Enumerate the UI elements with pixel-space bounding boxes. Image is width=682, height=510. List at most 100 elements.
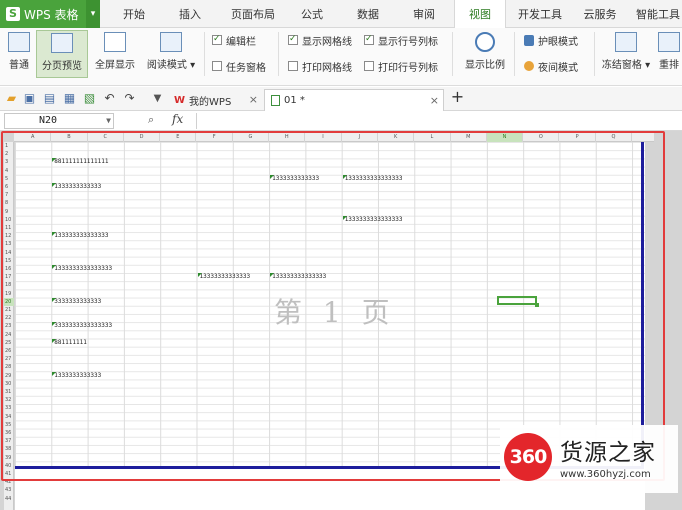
row-header[interactable]: 22 [4,314,14,322]
chevron-down-icon[interactable]: ▾ [86,0,100,28]
row-header[interactable]: 9 [4,208,14,216]
page-break-preview-button[interactable]: 分页预览 [36,30,88,78]
row-header[interactable]: 6 [4,183,14,191]
column-header[interactable]: K [378,133,415,142]
cell-value[interactable]: 1333333333333 [52,183,101,191]
row-header[interactable]: 25 [4,339,14,347]
row-header[interactable]: 42 [4,478,14,486]
row-header[interactable]: 11 [4,224,14,232]
cell-value[interactable]: 1333333333333333 [342,174,402,183]
row-header[interactable]: 5 [4,175,14,183]
row-header[interactable]: 30 [4,380,14,388]
row-header[interactable]: 34 [4,413,14,421]
search-icon[interactable]: ⌕ [148,113,154,127]
column-header[interactable]: H [269,133,306,142]
column-header[interactable]: C [88,133,124,142]
new-tab-button[interactable]: + [450,89,465,105]
doc-tab-01[interactable]: 01 * × [264,89,444,111]
tab-cloud-service[interactable]: 云服务 [576,0,624,28]
tab-smart-tools[interactable]: 智能工具 [632,0,682,28]
name-box[interactable]: N20 ▼ [4,113,114,129]
column-header[interactable]: I [305,133,342,142]
cell-value[interactable]: 133333333333333 [270,273,326,281]
row-header[interactable]: 7 [4,191,14,199]
save-icon[interactable]: ▣ [22,91,37,106]
cell-value[interactable]: 1333333333333 [270,174,319,183]
chevron-down-icon[interactable]: ▼ [150,91,165,106]
freeze-panes-button[interactable]: 冻结窗格 ▾ [600,30,652,78]
row-header[interactable]: 8 [4,199,14,207]
row-header[interactable]: 38 [4,445,14,453]
show-gridlines-checkbox[interactable]: 显示网格线 [288,32,352,48]
column-header[interactable]: Q [596,133,633,142]
column-header[interactable]: G [233,133,270,142]
row-header[interactable]: 29 [4,372,14,380]
tab-page-layout[interactable]: 页面布局 [224,0,282,28]
row-header[interactable]: 41 [4,470,14,478]
reading-mode-button[interactable]: 阅读模式 ▾ [142,30,200,78]
tab-formulas[interactable]: 公式 [290,0,334,28]
cell-value[interactable]: 133333333333333 [52,232,108,240]
row-header[interactable]: 31 [4,388,14,396]
edit-bar-checkbox[interactable]: 编辑栏 [212,32,256,48]
row-header[interactable]: 18 [4,281,14,289]
row-header[interactable]: 20 [4,297,14,306]
doc-tab-my-wps[interactable]: W 我的WPS × [168,89,262,111]
export-pdf-icon[interactable]: ▤ [42,91,57,106]
cell-value[interactable]: 1333333333333 [52,371,101,380]
night-mode-button[interactable]: 夜间模式 [524,58,578,74]
formula-input[interactable] [196,113,680,129]
row-header[interactable]: 40 [4,462,14,470]
row-header[interactable]: 27 [4,355,14,363]
column-header[interactable]: A [15,133,52,142]
cell-value[interactable]: 3333333333333 [52,297,101,306]
row-header[interactable]: 43 [4,486,14,494]
cell-value[interactable]: 881111111 [52,338,87,347]
fullscreen-button[interactable]: 全屏显示 [90,30,140,78]
column-header[interactable]: M [451,133,487,142]
row-header[interactable]: 24 [4,331,14,339]
row-header[interactable]: 44 [4,495,14,503]
column-header[interactable]: D [124,133,161,142]
tab-home[interactable]: 开始 [112,0,156,28]
column-header[interactable]: E [160,133,197,142]
column-header[interactable]: O [523,133,560,142]
row-header[interactable]: 28 [4,363,14,371]
row-header[interactable]: 26 [4,347,14,355]
rearrange-button[interactable]: 重排 [654,30,682,78]
app-menu-button[interactable]: S WPS 表格 ▾ [0,0,100,28]
column-header[interactable]: F [197,133,233,142]
row-header[interactable]: 4 [4,167,14,175]
print-icon[interactable]: ▦ [62,91,77,106]
cell-value[interactable]: 881111111111111 [52,158,108,166]
row-header[interactable]: 15 [4,257,14,265]
row-header[interactable]: 35 [4,421,14,429]
row-header[interactable]: 32 [4,396,14,404]
chevron-down-icon[interactable]: ▼ [106,114,111,128]
tab-developer[interactable]: 开发工具 [512,0,568,28]
row-header[interactable]: 12 [4,232,14,240]
row-header[interactable]: 33 [4,404,14,412]
row-header[interactable]: 37 [4,437,14,445]
show-row-col-headers-checkbox[interactable]: 显示行号列标 [364,32,438,48]
row-header[interactable]: 16 [4,265,14,273]
page-break-line-vertical[interactable] [641,142,644,469]
active-cell-cursor[interactable] [497,296,539,307]
normal-view-button[interactable]: 普通 [4,30,34,78]
row-header[interactable]: 36 [4,429,14,437]
row-header[interactable]: 3 [4,158,14,166]
row-header[interactable]: 23 [4,322,14,330]
row-header[interactable]: 19 [4,290,14,298]
column-header[interactable]: L [414,133,451,142]
column-header[interactable]: N [486,133,524,142]
print-gridlines-checkbox[interactable]: 打印网格线 [288,58,352,74]
tab-data[interactable]: 数据 [346,0,390,28]
open-folder-icon[interactable]: ▰ [4,91,19,106]
row-header[interactable]: 17 [4,273,14,281]
column-header[interactable]: B [51,133,88,142]
tab-review[interactable]: 审阅 [402,0,446,28]
tab-view[interactable]: 视图 [454,0,506,29]
tab-insert[interactable]: 插入 [168,0,212,28]
function-icon[interactable]: fx [172,112,183,126]
row-header[interactable]: 14 [4,249,14,257]
